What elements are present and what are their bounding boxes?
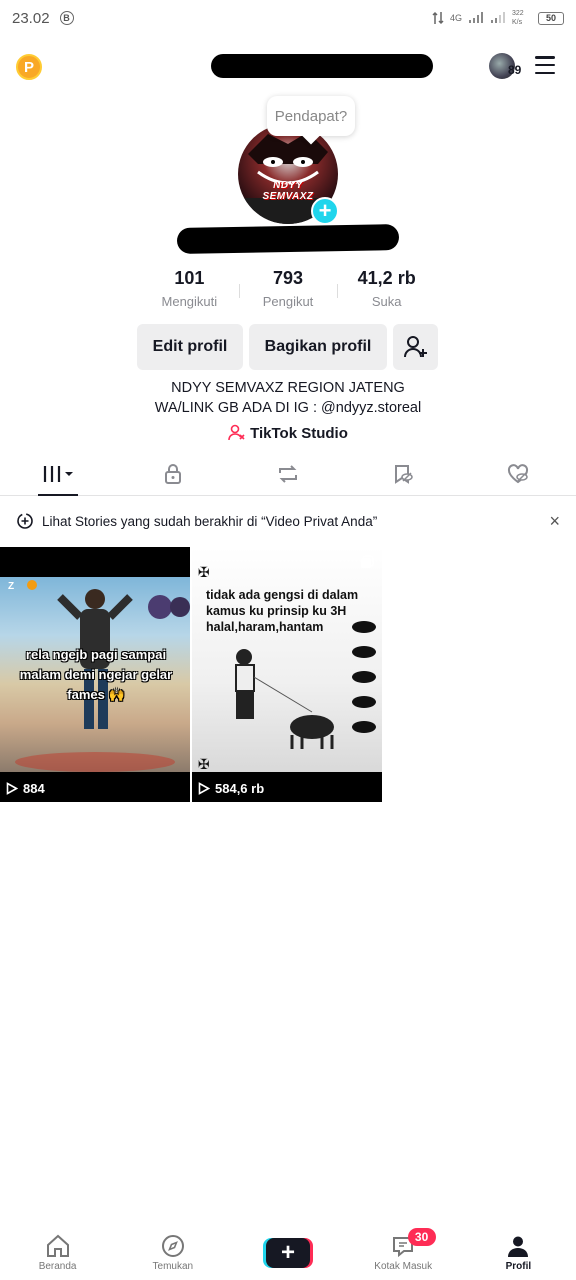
edit-profile-button[interactable]: Edit profil: [137, 324, 243, 370]
profile-stats: 101 Mengikuti 793 Pengikut 41,2 rb Suka: [140, 268, 436, 309]
network-speed-label: 322 K/s: [512, 10, 524, 26]
nav-inbox[interactable]: 30 Kotak Masuk: [346, 1226, 461, 1280]
video-2-scene: ✠ ✠: [192, 547, 382, 773]
video-thumbnail-2[interactable]: ✠ ✠ tidak ada gengsi di dalam kamus ku p…: [192, 547, 382, 802]
create-button[interactable]: +: [266, 1238, 310, 1268]
heart-hidden-icon: [508, 463, 529, 483]
play-icon: [6, 782, 18, 795]
stat-followers[interactable]: 793 Pengikut: [238, 268, 338, 309]
add-friend-button[interactable]: [393, 324, 438, 370]
data-transfer-icon: [432, 11, 444, 25]
story-add-icon: [17, 513, 33, 529]
nav-profile-label: Profil: [505, 1261, 532, 1272]
video-1-caption: rela ngejb pagi sampai malam demi ngejar…: [19, 647, 173, 702]
tab-videos[interactable]: [0, 452, 115, 495]
svg-text:✠: ✠: [198, 757, 210, 772]
stat-likes[interactable]: 41,2 rb Suka: [337, 268, 436, 309]
tiktok-studio-link[interactable]: TikTok Studio: [0, 424, 576, 442]
video-2-artwork: ✠ ✠: [198, 565, 376, 773]
video-1-views: 884: [6, 781, 45, 796]
video-2-views: 584,6 rb: [198, 781, 264, 796]
compass-icon: [161, 1235, 184, 1257]
svg-text:Z: Z: [8, 581, 14, 592]
menu-icon[interactable]: [535, 56, 555, 74]
video-thumbnail-1[interactable]: Z rela ngejb pagi sampai malam demi ngej…: [0, 547, 190, 802]
inbox-badge: 30: [407, 1228, 436, 1246]
status-time: 23.02: [12, 9, 50, 27]
stat-likes-value: 41,2 rb: [357, 268, 416, 288]
status-bar: 23.02 B 4G 322 K/s 50: [0, 0, 576, 36]
lock-icon: [164, 463, 181, 484]
tab-saved[interactable]: [346, 452, 461, 495]
story-count: 89: [508, 63, 522, 77]
signal-icon: [469, 12, 483, 23]
tiktok-studio-label: TikTok Studio: [250, 424, 348, 442]
add-story-button[interactable]: +: [311, 197, 339, 225]
multi-photo-icon: [361, 555, 374, 568]
profile-tabs: [0, 452, 576, 496]
bio-line-2: WA/LINK GB ADA DI IG : @ndyyz.storeal: [154, 400, 422, 416]
notification-b-icon: B: [59, 11, 74, 25]
stat-followers-label: Pengikut: [262, 294, 314, 309]
nav-inbox-label: Kotak Masuk: [374, 1261, 433, 1272]
repost-icon: [279, 464, 297, 483]
video-2-view-count: 584,6 rb: [215, 781, 265, 796]
redacted-username: [176, 224, 400, 254]
add-user-icon: [403, 336, 427, 358]
redacted-profile-name: [211, 54, 433, 78]
nav-discover-label: Temukan: [152, 1261, 194, 1272]
expired-stories-banner[interactable]: Lihat Stories yang sudah berakhir di “Vi…: [0, 504, 576, 538]
svg-text:✠: ✠: [198, 565, 210, 581]
home-icon: [46, 1234, 69, 1257]
banner-close-icon[interactable]: ×: [549, 511, 560, 532]
stat-following-value: 101: [174, 268, 205, 288]
stat-followers-value: 793: [272, 268, 304, 288]
nav-home[interactable]: Beranda: [0, 1226, 115, 1280]
tab-reposts[interactable]: [230, 452, 345, 495]
nav-home-label: Beranda: [38, 1261, 77, 1272]
profile-icon: [508, 1236, 529, 1257]
profile-top-bar: P 89: [0, 44, 576, 88]
stories-banner-text: Lihat Stories yang sudah berakhir di “Vi…: [42, 513, 378, 529]
network-type-label: 4G: [449, 13, 462, 23]
studio-person-icon: [228, 424, 245, 441]
nav-discover[interactable]: Temukan: [115, 1226, 230, 1280]
signal-icon-2: [491, 12, 505, 23]
bookmark-hidden-icon: [395, 464, 413, 484]
bio-line-1: NDYY SEMVAXZ REGION JATENG: [171, 380, 405, 396]
game-hud-icon: Z: [8, 580, 37, 592]
profile-bio: NDYY SEMVAXZ REGION JATENG WA/LINK GB AD…: [0, 378, 576, 418]
coin-icon[interactable]: P: [16, 54, 42, 80]
battery-icon: 50: [538, 11, 564, 25]
stat-following-label: Mengikuti: [161, 294, 218, 309]
nav-create[interactable]: +: [230, 1226, 345, 1280]
nav-profile[interactable]: Profil: [461, 1226, 576, 1280]
video-2-caption: tidak ada gengsi di dalam kamus ku prins…: [206, 588, 359, 634]
video-1-view-count: 884: [23, 781, 45, 796]
share-profile-button[interactable]: Bagikan profil: [249, 324, 387, 370]
play-icon: [198, 782, 210, 795]
videos-grid-icon: [43, 465, 73, 482]
stat-following[interactable]: 101 Mengikuti: [140, 268, 239, 309]
tab-liked[interactable]: [461, 452, 576, 495]
stat-likes-label: Suka: [371, 294, 402, 309]
tab-private[interactable]: [115, 452, 230, 495]
opinion-bubble[interactable]: Pendapat?: [267, 96, 355, 136]
bottom-navigation: Beranda Temukan + 30 Kotak Masuk Profil: [0, 1226, 576, 1280]
